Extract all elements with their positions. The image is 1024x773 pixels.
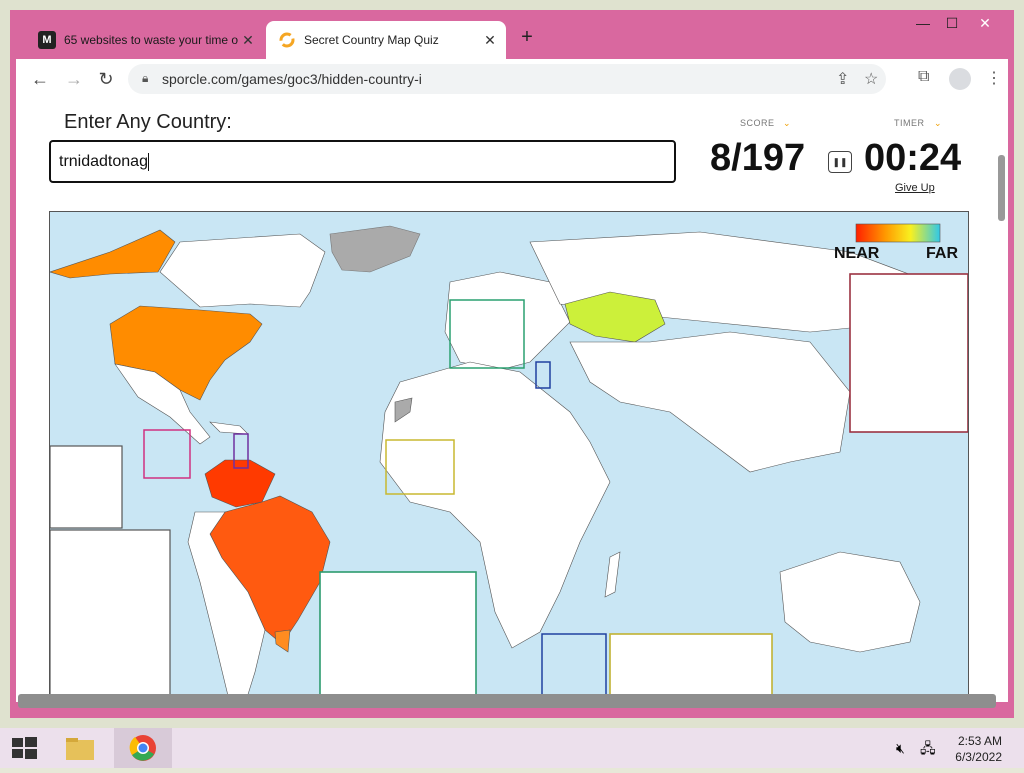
- inset-oceania: [849, 273, 968, 433]
- close-window-button[interactable]: ✕: [970, 12, 1000, 34]
- answer-input[interactable]: trnidadtonag: [49, 140, 676, 183]
- new-tab-button[interactable]: +: [516, 26, 538, 48]
- inset-africa-south: [609, 633, 773, 702]
- back-icon[interactable]: ←: [28, 67, 52, 91]
- tab-title: Secret Country Map Quiz: [304, 33, 439, 47]
- close-tab-icon[interactable]: ✕: [238, 32, 258, 49]
- inset-caribbean: [50, 529, 171, 702]
- taskbar: 🔇︎ 🖧 2:53 AM 6/3/2022: [0, 728, 1024, 768]
- legend-near-label: NEAR: [834, 245, 880, 262]
- tab-65-websites[interactable]: M 65 websites to waste your time o ✕: [26, 21, 264, 59]
- europe: [444, 271, 571, 371]
- clock-date: 6/3/2022: [955, 750, 1002, 764]
- bookmark-star-icon[interactable]: ☆: [864, 69, 878, 89]
- pause-button[interactable]: ❚❚: [828, 151, 852, 173]
- canada-arctic: [159, 233, 326, 308]
- menu-kebab-icon[interactable]: ⋮: [986, 68, 1002, 88]
- highlight-levant: [535, 361, 551, 389]
- asia-south: [569, 331, 851, 473]
- extensions-icon[interactable]: ⧉: [918, 68, 929, 86]
- forward-icon[interactable]: →: [62, 67, 86, 91]
- reload-icon[interactable]: ↻: [94, 67, 118, 91]
- maximize-button[interactable]: ☐: [937, 12, 967, 34]
- caribbean: [209, 421, 249, 435]
- browser-window: M 65 websites to waste your time o ✕ Sec…: [10, 10, 1014, 718]
- m-favicon-icon: M: [38, 31, 56, 49]
- close-tab-icon[interactable]: ✕: [480, 32, 500, 49]
- system-clock[interactable]: 2:53 AM 6/3/2022: [955, 733, 1002, 765]
- url-text: sporcle.com/games/goc3/hidden-country-i: [162, 71, 422, 87]
- highlight-central-america: [143, 429, 191, 479]
- page-scrollbar-thumb[interactable]: [998, 155, 1005, 221]
- greenland: [329, 225, 421, 273]
- minimize-button[interactable]: —: [908, 12, 938, 34]
- legend-gradient: [855, 223, 941, 243]
- uruguay-region: [274, 629, 291, 653]
- timer-value: 00:24: [864, 137, 962, 179]
- venezuela-colombia: [204, 459, 276, 508]
- timer-chevron-icon[interactable]: ⌄: [934, 118, 942, 129]
- page-content: Enter Any Country: trnidadtonag SCORE ⌄ …: [16, 99, 1008, 702]
- answer-value: trnidadtonag: [59, 153, 148, 171]
- world-map: NEAR FAR: [49, 211, 969, 702]
- text-caret: [147, 153, 149, 171]
- clock-time: 2:53 AM: [957, 734, 1002, 748]
- map-drawing: [50, 223, 968, 702]
- tab-strip: M 65 websites to waste your time o ✕ Sec…: [10, 10, 1014, 60]
- madagascar: [604, 551, 621, 598]
- volume-muted-icon[interactable]: 🔇︎: [896, 728, 914, 768]
- share-icon[interactable]: ⇪: [836, 69, 849, 89]
- australia: [779, 551, 921, 653]
- profile-avatar-icon[interactable]: [949, 68, 971, 90]
- file-explorer-icon[interactable]: [62, 728, 98, 768]
- inset-europe: [319, 571, 477, 702]
- tab-secret-country-map-quiz[interactable]: Secret Country Map Quiz ✕: [266, 21, 506, 59]
- alaska: [50, 229, 176, 279]
- windows-start-icon[interactable]: [10, 728, 40, 768]
- tab-title: 65 websites to waste your time o: [64, 33, 238, 47]
- chrome-taskbar-icon[interactable]: [114, 728, 172, 768]
- score-chevron-icon[interactable]: ⌄: [783, 118, 791, 129]
- lock-icon: 🔒︎: [142, 71, 149, 85]
- legend-far-label: FAR: [926, 245, 958, 262]
- browser-toolbar: ← → ↻ 🔒︎ sporcle.com/games/goc3/hidden-c…: [16, 59, 1008, 99]
- horizontal-scrollbar[interactable]: [18, 694, 996, 708]
- quiz-prompt: Enter Any Country:: [64, 111, 232, 133]
- timer-label: TIMER: [894, 118, 925, 128]
- highlight-persian-gulf: [541, 633, 607, 702]
- give-up-link[interactable]: Give Up: [895, 182, 935, 194]
- address-bar[interactable]: 🔒︎ sporcle.com/games/goc3/hidden-country…: [128, 64, 886, 94]
- score-label: SCORE: [740, 118, 775, 128]
- sporcle-icon: [278, 31, 296, 49]
- score-value: 8/197: [710, 137, 806, 179]
- inset-central-america: [50, 445, 123, 529]
- network-icon[interactable]: 🖧: [920, 728, 938, 768]
